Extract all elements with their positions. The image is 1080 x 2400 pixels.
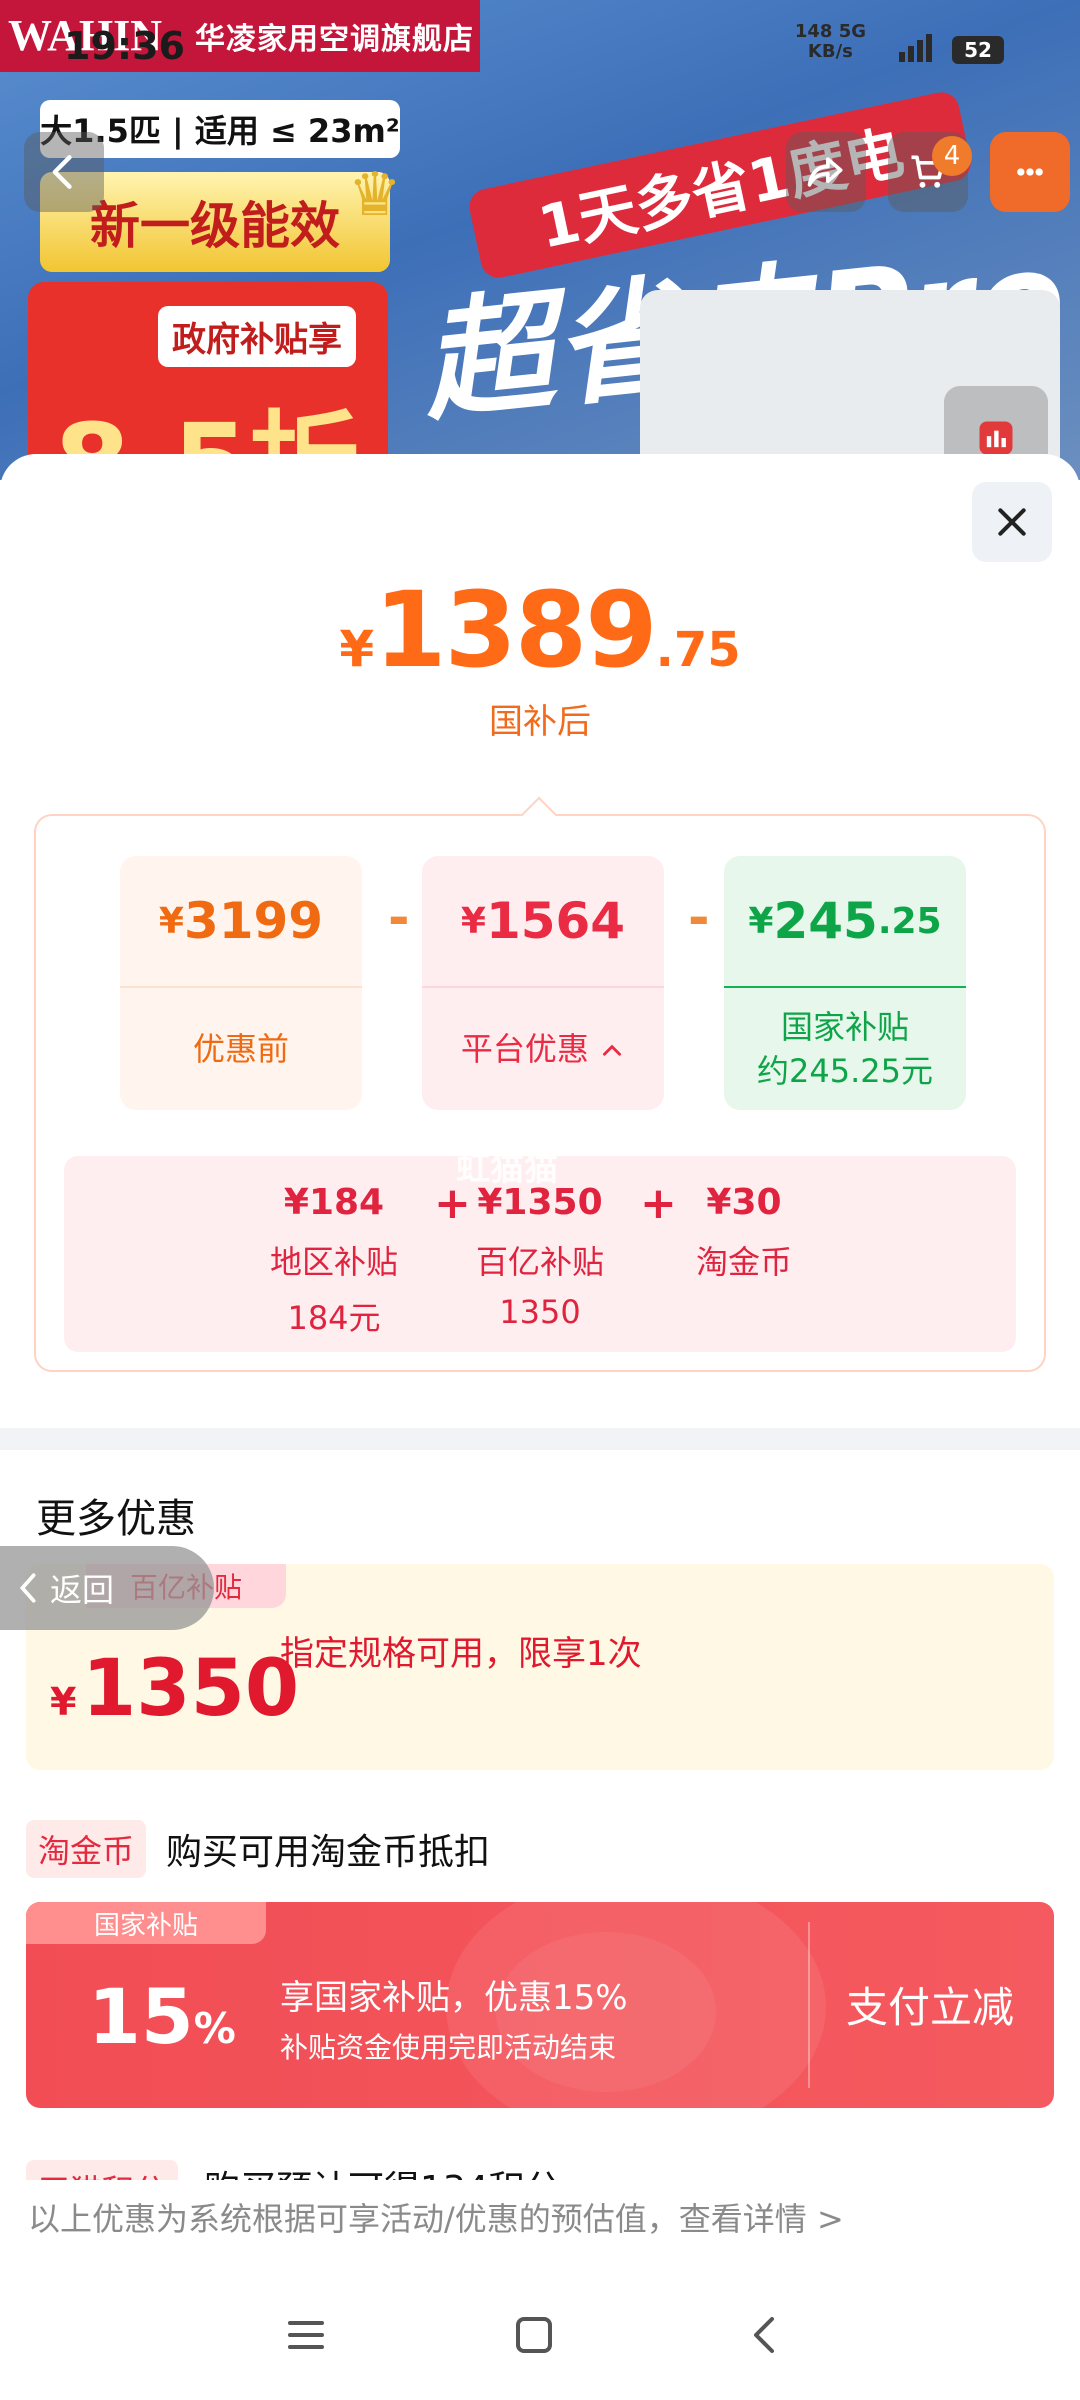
price-breakdown: ¥3199 优惠前 - ¥1564 平台优惠 - ¥245.25 国家补贴 约24…	[34, 796, 1046, 1372]
tmall-points-text: 购买预计可得134积分	[204, 2160, 561, 2180]
section-divider	[0, 1428, 1080, 1450]
coupon-note: 补贴资金使用完即活动结束	[280, 2031, 617, 2064]
billion-subsidy: ¥1350 百亿补贴 1350	[475, 1182, 604, 1331]
original-price-card: ¥3199 优惠前	[120, 856, 362, 1110]
taojinbi-chip: 淘金币	[26, 1820, 147, 1878]
share-icon	[807, 157, 843, 187]
coupon-desc: 指定规格可用，限享1次	[280, 1634, 642, 1674]
final-price-label: 国补后	[489, 702, 591, 742]
pay-discount-button[interactable]: 支付立减	[846, 1974, 1014, 2035]
watermark: 虹猫猫	[456, 1149, 558, 1189]
square-icon	[516, 2317, 552, 2353]
taojinbi-discount: ¥30 淘金币	[695, 1182, 792, 1281]
home-nav-button[interactable]	[494, 2300, 574, 2370]
more-icon	[1017, 168, 1043, 176]
menu-icon	[288, 2321, 324, 2349]
close-icon	[998, 508, 1026, 536]
network-speed: 148 5G KB/s	[794, 21, 866, 62]
status-time: 19:36	[64, 24, 185, 68]
tmall-points-chip: 天猫积分	[26, 2160, 179, 2180]
more-offers-title: 更多优惠	[36, 1496, 196, 1542]
more-button[interactable]	[990, 132, 1070, 212]
gov-subsidy-card: ¥245.25 国家补贴 约245.25元	[724, 856, 966, 1110]
crown-icon: ♛	[348, 160, 402, 230]
tmall-points-offer[interactable]: 天猫积分 购买预计可得134积分	[26, 2156, 1054, 2180]
chevron-left-icon	[19, 1573, 36, 1603]
battery-icon: 52	[952, 36, 1004, 64]
chevron-left-icon	[754, 2317, 774, 2353]
coupon-percent: 15%	[88, 1972, 236, 2061]
discount-sheet: ¥1389.75 国补后 ¥3199 优惠前 - ¥1564 平台优惠 - ¥2…	[0, 454, 1080, 2400]
share-button[interactable]	[786, 132, 866, 212]
coupon-amount: ¥ 1350	[50, 1644, 300, 1734]
close-button[interactable]	[972, 482, 1052, 562]
signal-icon	[899, 34, 932, 62]
floating-back-button[interactable]: 返回	[0, 1546, 214, 1630]
gov-discount-box: 政府补贴享 8.5折	[28, 282, 388, 480]
back-nav-button[interactable]	[726, 2300, 806, 2370]
final-price: ¥1389.75	[339, 569, 741, 691]
regional-subsidy: ¥184 地区补贴 184元	[269, 1182, 398, 1337]
gov-discount-title: 政府补贴享	[158, 306, 356, 367]
coupon-desc: 享国家补贴，优惠15%	[280, 1978, 628, 2018]
back-button[interactable]	[24, 132, 104, 212]
gov-subsidy-coupon[interactable]: 国家补贴 15% 享国家补贴，优惠15% 补贴资金使用完即活动结束 支付立减	[26, 1902, 1054, 2108]
taojinbi-offer[interactable]: 淘金币 购买可用淘金币抵扣	[26, 1820, 491, 1878]
product-banner: 华凌家用空调旗舰店 WAHIN 19:36 148 5G KB/s 52 大1.…	[0, 0, 1080, 480]
coupon-tag: 国家补贴	[26, 1902, 266, 1944]
taojinbi-text: 购买可用淘金币抵扣	[166, 1832, 491, 1873]
minus-sign: -	[688, 888, 710, 948]
estimate-disclaimer-link[interactable]: 以上优惠为系统根据可享活动/优惠的预估值，查看详情 >	[28, 2194, 844, 2240]
platform-discount-card[interactable]: ¥1564 平台优惠	[422, 856, 664, 1110]
chevron-up-icon	[603, 1044, 622, 1056]
cart-count-badge: 4	[932, 136, 972, 176]
menu-nav-button[interactable]	[266, 2300, 346, 2370]
minus-sign: -	[388, 888, 410, 948]
chevron-left-icon	[52, 155, 72, 189]
system-nav-bar	[0, 2270, 1080, 2400]
